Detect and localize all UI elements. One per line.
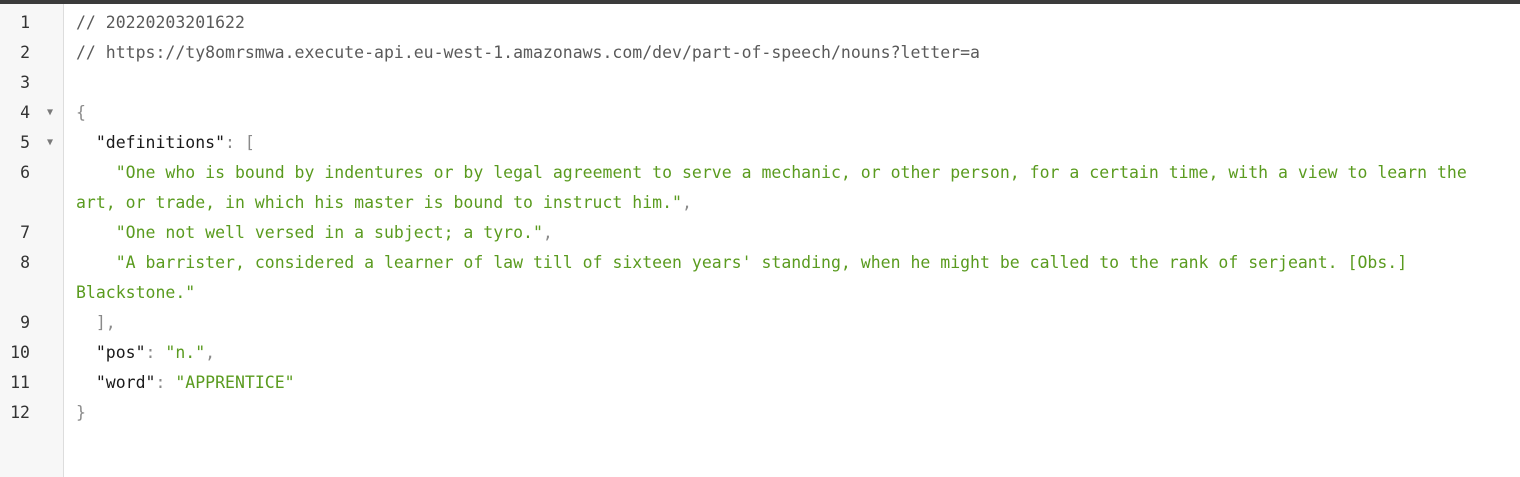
code-content[interactable]: } — [76, 398, 1512, 428]
code-content[interactable]: // https://ty8omrsmwa.execute-api.eu-wes… — [76, 38, 1512, 68]
comma: , — [681, 193, 692, 212]
code-content[interactable]: ], — [76, 308, 1512, 338]
json-string-value: "One not well versed in a subject; a tyr… — [115, 223, 543, 242]
open-brace: { — [76, 103, 86, 122]
code-content[interactable]: "definitions": [ — [76, 128, 1512, 158]
line-number: 5 — [20, 133, 30, 152]
code-content[interactable]: { — [76, 98, 1512, 128]
line-number: 7 — [20, 223, 30, 242]
line-number: 11 — [10, 373, 30, 392]
code-line: 3 — [0, 68, 1520, 98]
key-separator: : — [155, 373, 176, 392]
line-number: 2 — [20, 43, 30, 62]
comma: , — [205, 343, 216, 362]
line-number: 1 — [20, 13, 30, 32]
close-bracket: ], — [95, 313, 116, 332]
code-content[interactable]: "A barrister, considered a learner of la… — [76, 248, 1512, 308]
fold-toggle-icon[interactable]: ▼ — [44, 128, 56, 158]
code-line: 10 "pos": "n.", — [0, 338, 1520, 368]
line-number: 6 — [20, 163, 30, 182]
comment-text: // https://ty8omrsmwa.execute-api.eu-wes… — [76, 43, 980, 62]
line-number: 9 — [20, 313, 30, 332]
comma: , — [542, 223, 553, 242]
json-key: "word" — [95, 373, 156, 392]
code-line: 9 ], — [0, 308, 1520, 338]
code-line: 8 "A barrister, considered a learner of … — [0, 248, 1520, 308]
code-line: 6 "One who is bound by indentures or by … — [0, 158, 1520, 218]
close-brace: } — [76, 403, 86, 422]
json-string-value: "APPRENTICE" — [175, 373, 295, 392]
json-key: "pos" — [95, 343, 146, 362]
code-line: 1 // 20220203201622 — [0, 8, 1520, 38]
open-bracket: [ — [244, 133, 255, 152]
line-number: 3 — [20, 73, 30, 92]
comment-text: // 20220203201622 — [76, 13, 245, 32]
code-line: 12 } — [0, 398, 1520, 428]
key-separator: : — [225, 133, 245, 152]
key-separator: : — [145, 343, 166, 362]
json-key: "definitions" — [95, 133, 226, 152]
code-line: 11 "word": "APPRENTICE" — [0, 368, 1520, 398]
line-number: 10 — [10, 343, 30, 362]
code-content[interactable]: "pos": "n.", — [76, 338, 1512, 368]
code-content[interactable]: "One who is bound by indentures or by le… — [76, 158, 1512, 218]
code-line: 7 "One not well versed in a subject; a t… — [0, 218, 1520, 248]
code-line: 2 // https://ty8omrsmwa.execute-api.eu-w… — [0, 38, 1520, 68]
line-number: 4 — [20, 103, 30, 122]
json-string-value: "A barrister, considered a learner of la… — [76, 253, 1418, 302]
code-content[interactable]: // 20220203201622 — [76, 8, 1512, 38]
code-line: 4 ▼ { — [0, 98, 1520, 128]
code-line: 5 ▼ "definitions": [ — [0, 128, 1520, 158]
code-content[interactable]: "One not well versed in a subject; a tyr… — [76, 218, 1512, 248]
line-number: 12 — [10, 403, 30, 422]
json-string-value: "One who is bound by indentures or by le… — [76, 163, 1477, 212]
json-viewer[interactable]: 1 // 20220203201622 2 // https://ty8omrs… — [0, 8, 1520, 428]
window-top-bar — [0, 0, 1520, 4]
code-content[interactable]: "word": "APPRENTICE" — [76, 368, 1512, 398]
json-string-value: "n." — [165, 343, 206, 362]
line-number: 8 — [20, 253, 30, 272]
fold-toggle-icon[interactable]: ▼ — [44, 98, 56, 128]
